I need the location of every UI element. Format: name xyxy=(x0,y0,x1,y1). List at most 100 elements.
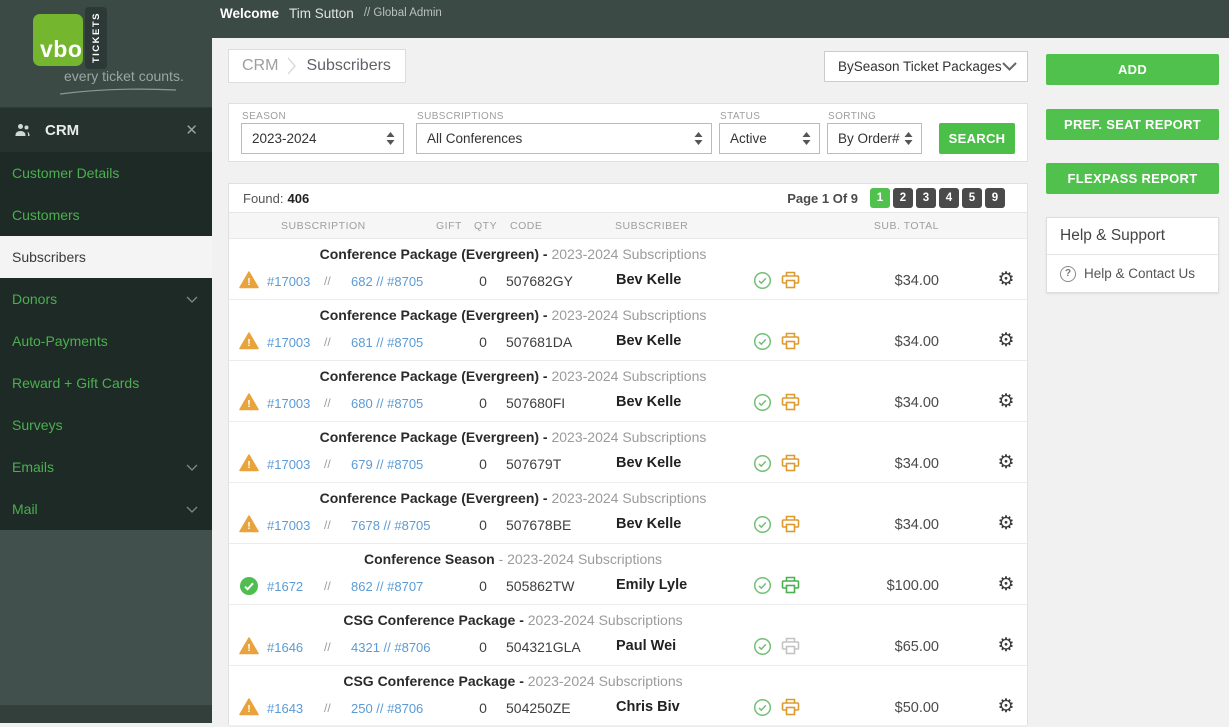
gear-icon[interactable]: ⚙ xyxy=(993,390,1019,413)
subtotal-value: $50.00 xyxy=(789,700,939,716)
add-button[interactable]: ADD xyxy=(1046,54,1219,85)
pref-seat-report-button[interactable]: PREF. SEAT REPORT xyxy=(1046,109,1219,140)
gear-icon[interactable]: ⚙ xyxy=(993,695,1019,718)
subscription-ref-link[interactable]: 682 // #8705 xyxy=(351,274,423,289)
order-link[interactable]: #17003 xyxy=(267,274,310,289)
sidebar-item-customers[interactable]: Customers xyxy=(0,194,212,236)
page-button-3[interactable]: 3 xyxy=(916,188,936,208)
gear-icon[interactable]: ⚙ xyxy=(993,451,1019,474)
search-button[interactable]: SEARCH xyxy=(939,123,1015,154)
season-select[interactable]: 2023-2024 xyxy=(241,123,404,154)
sidebar-item-mail[interactable]: Mail xyxy=(0,488,212,530)
sidebar-item-surveys[interactable]: Surveys xyxy=(0,404,212,446)
code-value: 505862TW xyxy=(506,578,574,594)
user-role: // Global Admin xyxy=(364,7,442,19)
svg-text:!: ! xyxy=(247,520,251,532)
package-type-select[interactable]: BySeason Ticket Packages xyxy=(824,51,1028,82)
code-value: 507682GY xyxy=(506,273,573,289)
row-status-icon: ! xyxy=(239,637,259,658)
order-link[interactable]: #1672 xyxy=(267,579,303,594)
table-row: CSG Conference Package - 2023-2024 Subsc… xyxy=(229,666,1027,727)
subscriber-name: Bev Kelle xyxy=(616,272,681,288)
chevron-down-icon xyxy=(186,464,198,471)
package-type-value: BySeason Ticket Packages xyxy=(838,59,1002,74)
subtotal-value: $100.00 xyxy=(789,578,939,594)
sorting-select[interactable]: By Order# xyxy=(827,123,922,154)
breadcrumb-crm[interactable]: CRM xyxy=(242,57,278,75)
subscription-ref-link[interactable]: 862 // #8707 xyxy=(351,579,423,594)
slash-separator: // xyxy=(324,457,331,471)
page-button-4[interactable]: 4 xyxy=(939,188,959,208)
sidebar-item-customer-details[interactable]: Customer Details xyxy=(0,152,212,194)
page-button-1[interactable]: 1 xyxy=(870,188,890,208)
gear-icon[interactable]: ⚙ xyxy=(993,634,1019,657)
stepper-icon xyxy=(904,132,913,145)
main-content: CRM Subscribers BySeason Ticket Packages… xyxy=(212,38,1229,723)
chevron-down-icon xyxy=(186,506,198,513)
logo-area: vbo TICKETS every ticket counts. xyxy=(0,0,212,108)
sidebar-item-donors[interactable]: Donors xyxy=(0,278,212,320)
subscription-season: 2023-2024 Subscriptions xyxy=(548,490,707,506)
subscription-ref-link[interactable]: 681 // #8705 xyxy=(351,335,423,350)
page-button-5[interactable]: 5 xyxy=(962,188,982,208)
subscription-season: 2023-2024 Subscriptions xyxy=(548,429,707,445)
subscription-ref-link[interactable]: 4321 // #8706 xyxy=(351,640,431,655)
svg-text:!: ! xyxy=(247,703,251,715)
gear-icon[interactable]: ⚙ xyxy=(993,573,1019,596)
order-link[interactable]: #17003 xyxy=(267,457,310,472)
col-qty: QTY xyxy=(474,220,497,232)
warning-icon: ! xyxy=(239,271,259,289)
subscription-title: Conference Package (Evergreen) - 2023-20… xyxy=(229,368,797,384)
logo-ribbon-text: TICKETS xyxy=(91,12,102,63)
chevron-down-icon xyxy=(1002,62,1017,71)
subscription-name: CSG Conference Package - xyxy=(343,673,524,689)
subscription-season: 2023-2024 Subscriptions xyxy=(548,307,707,323)
subscription-ref-link[interactable]: 250 // #8706 xyxy=(351,701,423,716)
page-button-2[interactable]: 2 xyxy=(893,188,913,208)
gear-icon[interactable]: ⚙ xyxy=(993,329,1019,352)
close-icon[interactable]: ✕ xyxy=(185,121,198,139)
subtotal-value: $65.00 xyxy=(789,639,939,655)
gear-icon[interactable]: ⚙ xyxy=(993,268,1019,291)
sidebar-item-emails[interactable]: Emails xyxy=(0,446,212,488)
row-status-icon: ! xyxy=(239,698,259,719)
order-link[interactable]: #17003 xyxy=(267,518,310,533)
subscription-season: 2023-2024 Subscriptions xyxy=(548,246,707,262)
table-row: Conference Season - 2023-2024 Subscripti… xyxy=(229,544,1027,605)
code-value: 507679T xyxy=(506,456,561,472)
subscription-name: Conference Package (Evergreen) - xyxy=(320,490,548,506)
sidebar-item-label: Donors xyxy=(12,291,57,307)
confirmed-check-icon xyxy=(753,576,772,598)
user-name[interactable]: Tim Sutton xyxy=(289,6,354,21)
sidebar-item-auto-payments[interactable]: Auto-Payments xyxy=(0,320,212,362)
subscriptions-select[interactable]: All Conferences xyxy=(416,123,712,154)
sidebar-item-label: Customer Details xyxy=(12,165,119,181)
subscriber-name: Bev Kelle xyxy=(616,455,681,471)
sidebar-item-reward-gift-cards[interactable]: Reward + Gift Cards xyxy=(0,362,212,404)
svg-text:!: ! xyxy=(247,276,251,288)
sidebar: vbo TICKETS every ticket counts. CRM ✕ C… xyxy=(0,0,212,723)
sorting-value: By Order# xyxy=(838,131,904,146)
page-button-9[interactable]: 9 xyxy=(985,188,1005,208)
sorting-label: SORTING xyxy=(828,111,876,122)
gear-icon[interactable]: ⚙ xyxy=(993,512,1019,535)
sidebar-item-subscribers[interactable]: Subscribers xyxy=(0,236,212,278)
order-link[interactable]: #1643 xyxy=(267,701,303,716)
table-header: SUBSCRIPTION GIFT QTY CODE SUBSCRIBER SU… xyxy=(229,213,1027,239)
vbo-logo[interactable]: vbo xyxy=(33,14,83,66)
sidebar-item-label: Reward + Gift Cards xyxy=(12,375,139,391)
order-link[interactable]: #1646 xyxy=(267,640,303,655)
status-select[interactable]: Active xyxy=(719,123,820,154)
subscription-ref-link[interactable]: 680 // #8705 xyxy=(351,396,423,411)
help-support-panel: Help & Support ? Help & Contact Us xyxy=(1046,217,1219,293)
order-link[interactable]: #17003 xyxy=(267,396,310,411)
row-status-icon: ! xyxy=(239,515,259,536)
row-status-icon: ! xyxy=(239,454,259,475)
order-link[interactable]: #17003 xyxy=(267,335,310,350)
flexpass-report-button[interactable]: FLEXPASS REPORT xyxy=(1046,163,1219,194)
subscription-ref-link[interactable]: 679 // #8705 xyxy=(351,457,423,472)
subscription-ref-link[interactable]: 7678 // #8705 xyxy=(351,518,431,533)
help-contact-link[interactable]: ? Help & Contact Us xyxy=(1047,255,1218,292)
found-count: 406 xyxy=(287,191,309,206)
stepper-icon xyxy=(694,132,703,145)
